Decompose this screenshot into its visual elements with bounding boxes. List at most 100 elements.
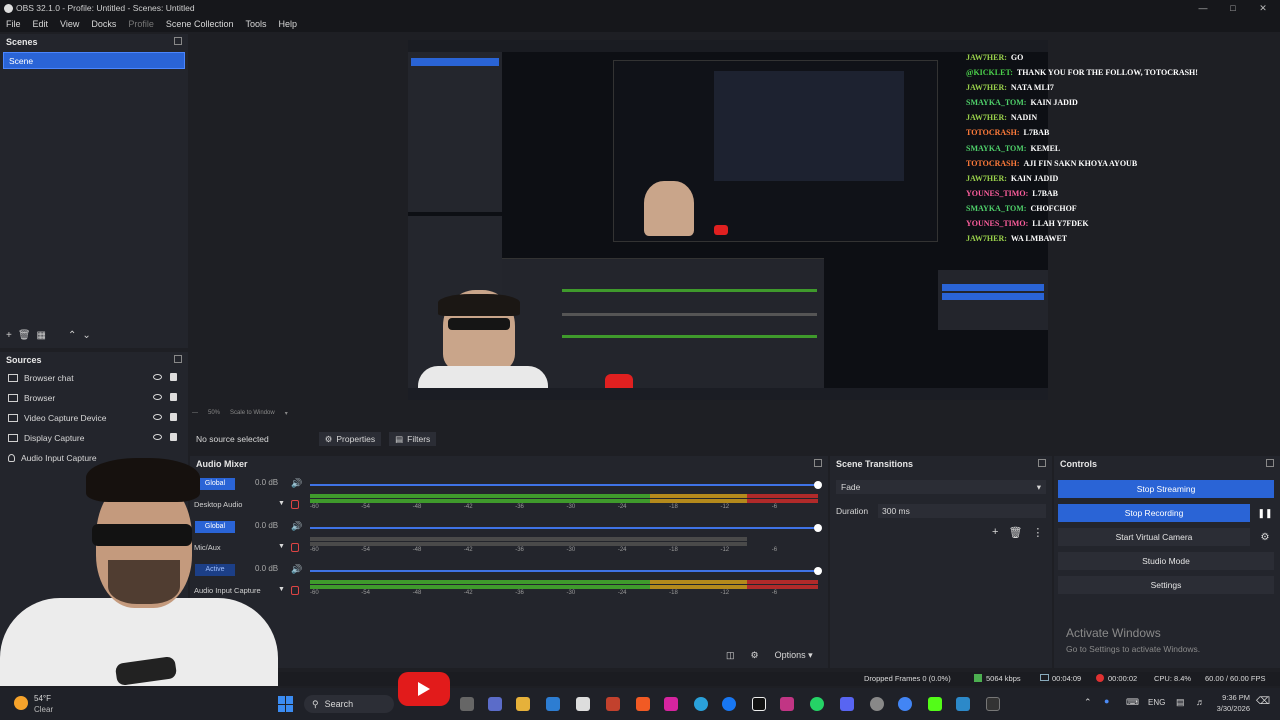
source-item[interactable]: Video Capture Device: [0, 408, 188, 428]
volume-knob[interactable]: [814, 481, 822, 489]
more-icon[interactable]: ⋮: [1032, 526, 1043, 539]
clock-time[interactable]: 9:36 PM: [1214, 693, 1250, 702]
file-explorer-icon[interactable]: [516, 697, 530, 711]
whatsapp-icon[interactable]: [810, 697, 824, 711]
visibility-icon[interactable]: [153, 414, 162, 420]
menu-tools[interactable]: Tools: [239, 19, 272, 29]
source-item[interactable]: Browser: [0, 388, 188, 408]
meter-tick-label: -18: [669, 590, 678, 596]
menu-file[interactable]: File: [0, 19, 27, 29]
clock-date[interactable]: 3/30/2026: [1206, 704, 1250, 713]
filter-icon[interactable]: ▦: [37, 330, 46, 341]
microphone-icon[interactable]: ●: [1104, 696, 1109, 706]
volume-knob[interactable]: [814, 567, 822, 575]
telegram-icon[interactable]: [694, 697, 708, 711]
chevron-down-icon[interactable]: ▼: [278, 543, 285, 550]
lock-icon[interactable]: [170, 433, 177, 441]
menu-help[interactable]: Help: [272, 19, 303, 29]
chrome-icon[interactable]: [898, 697, 912, 711]
trash-icon[interactable]: 🗑: [18, 330, 31, 341]
speaker-icon[interactable]: 🔊: [291, 564, 302, 575]
steam-icon[interactable]: [956, 697, 970, 711]
volume-icon[interactable]: ♬: [1196, 697, 1205, 707]
keyboard-icon[interactable]: ⌨: [1126, 697, 1139, 708]
stop-recording-button[interactable]: Stop Recording: [1058, 504, 1250, 522]
language-indicator[interactable]: ENG: [1148, 698, 1165, 707]
record-icon[interactable]: [291, 500, 299, 509]
brave-icon[interactable]: [636, 697, 650, 711]
stop-streaming-button[interactable]: Stop Streaming: [1058, 480, 1274, 498]
scene-item[interactable]: Scene: [3, 52, 185, 69]
studio-mode-button[interactable]: Studio Mode: [1058, 552, 1274, 570]
volume-slider[interactable]: [310, 524, 822, 532]
volume-knob[interactable]: [814, 524, 822, 532]
lock-icon[interactable]: [170, 393, 177, 401]
add-icon[interactable]: +: [992, 526, 998, 539]
lock-icon[interactable]: [170, 413, 177, 421]
notification-icon[interactable]: ⌫: [1256, 696, 1270, 707]
record-icon[interactable]: [291, 586, 299, 595]
close-button[interactable]: ✕: [1248, 0, 1278, 16]
tiktok-icon[interactable]: [752, 697, 766, 711]
menu-profile[interactable]: Profile: [122, 19, 160, 29]
undock-icon[interactable]: [174, 37, 182, 45]
advanced-settings-icon[interactable]: ⚙: [751, 650, 759, 661]
undock-icon[interactable]: [1038, 459, 1046, 467]
source-item[interactable]: Display Capture: [0, 428, 188, 448]
mixer-options-button[interactable]: Options ▾: [775, 650, 813, 661]
visibility-icon[interactable]: [153, 394, 162, 400]
chevron-down-icon[interactable]: ▼: [278, 500, 285, 507]
network-icon[interactable]: ▤: [1176, 697, 1185, 708]
undock-icon[interactable]: [814, 459, 822, 467]
menu-view[interactable]: View: [54, 19, 85, 29]
pause-icon[interactable]: ❚❚: [1256, 504, 1274, 522]
gear-icon[interactable]: ⚙: [1256, 528, 1274, 546]
move-down-icon[interactable]: ⌄: [82, 330, 90, 341]
minimize-button[interactable]: —: [1188, 0, 1218, 16]
speaker-icon[interactable]: 🔊: [291, 521, 302, 532]
source-item[interactable]: Browser chat: [0, 368, 188, 388]
menu-edit[interactable]: Edit: [27, 19, 55, 29]
windows-start-icon[interactable]: [278, 696, 294, 712]
move-up-icon[interactable]: ⌃: [68, 330, 76, 341]
instagram-icon[interactable]: [664, 697, 678, 711]
facebook-icon[interactable]: [722, 697, 736, 711]
app-icon[interactable]: [488, 697, 502, 711]
speaker-icon[interactable]: 🔊: [291, 478, 302, 489]
add-icon[interactable]: +: [6, 330, 12, 341]
meter-tick-label: -48: [412, 547, 422, 553]
menu-scene-collection[interactable]: Scene Collection: [160, 19, 240, 29]
taskbar-search[interactable]: ⚲ Search: [304, 695, 394, 713]
start-virtual-camera-button[interactable]: Start Virtual Camera: [1058, 528, 1250, 546]
store-icon[interactable]: [546, 697, 560, 711]
chat-text: THANK YOU FOR THE FOLLOW, TOTOCRASH!: [1016, 68, 1198, 78]
menu-docks[interactable]: Docks: [85, 19, 122, 29]
filters-button[interactable]: ▤ Filters: [389, 432, 437, 446]
duration-input[interactable]: 300 ms: [878, 504, 1046, 518]
chevron-down-icon[interactable]: ▼: [278, 586, 285, 593]
properties-button[interactable]: ⚙ Properties: [318, 432, 382, 446]
record-icon[interactable]: [291, 543, 299, 552]
maximize-button[interactable]: □: [1218, 0, 1248, 16]
settings-button[interactable]: Settings: [1058, 576, 1274, 594]
chrome-canary-icon[interactable]: [870, 697, 884, 711]
undock-icon[interactable]: [1266, 459, 1274, 467]
volume-slider[interactable]: [310, 567, 822, 575]
undock-icon[interactable]: [174, 355, 182, 363]
chevron-up-icon[interactable]: ⌃: [1084, 697, 1092, 708]
visibility-icon[interactable]: [153, 434, 162, 440]
lock-icon[interactable]: [170, 373, 177, 381]
kick-icon[interactable]: [928, 697, 942, 711]
preview-canvas[interactable]: [408, 40, 1048, 400]
transition-select[interactable]: Fade ▾: [836, 480, 1046, 494]
trash-icon[interactable]: 🗑: [1008, 526, 1022, 539]
obs-taskbar-icon[interactable]: [986, 697, 1000, 711]
task-view-icon[interactable]: [460, 697, 474, 711]
discord-icon[interactable]: [840, 697, 854, 711]
winrar-icon[interactable]: [606, 697, 620, 711]
tiktok-studio-icon[interactable]: [780, 697, 794, 711]
volume-slider[interactable]: [310, 481, 822, 489]
visibility-icon[interactable]: [153, 374, 162, 380]
layout-icon[interactable]: ◫: [726, 650, 735, 661]
capcut-icon[interactable]: [576, 697, 590, 711]
